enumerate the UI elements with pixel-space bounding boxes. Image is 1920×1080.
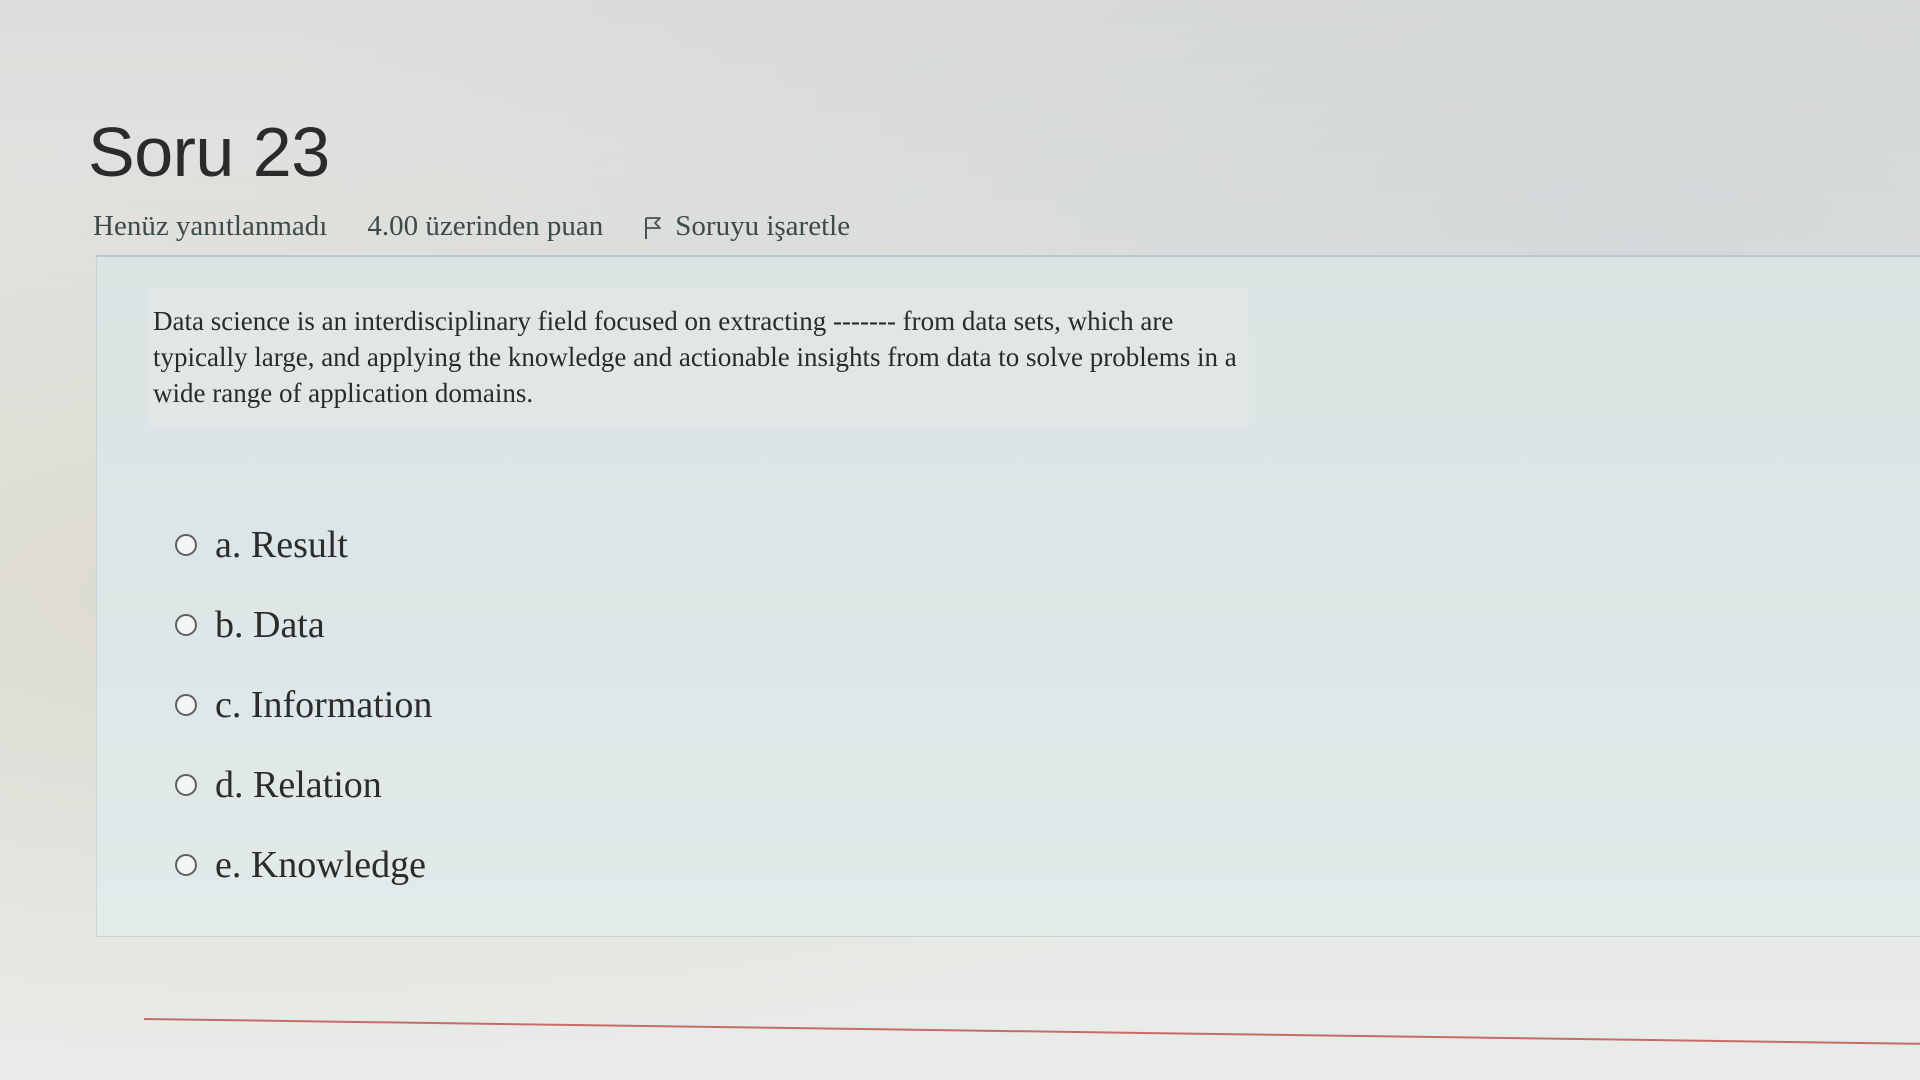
answer-label: c. Information [215,684,433,726]
question-formulation: Data science is an interdisciplinary fie… [96,257,1920,937]
flag-question-link[interactable]: Soruyu işaretle [643,210,850,243]
radio-button[interactable] [175,614,197,636]
question-title: Soru 23 [88,113,330,191]
answer-label: a. Result [215,524,348,566]
question-info-bar: Henüz yanıtlanmadı 4.00 üzerinden puan S… [93,210,850,243]
answer-label: d. Relation [215,764,382,806]
answer-option-e[interactable]: e. Knowledge [175,825,432,905]
radio-button[interactable] [175,774,197,796]
answer-list: a. Result b. Data c. Information d. Rela… [175,505,432,905]
question-grade: 4.00 üzerinden puan [367,210,604,242]
question-state: Henüz yanıtlanmadı [93,210,328,242]
answer-option-c[interactable]: c. Information [175,665,432,745]
answer-label: b. Data [215,604,325,646]
radio-button[interactable] [175,694,197,716]
radio-button[interactable] [175,854,197,876]
answer-option-a[interactable]: a. Result [175,505,432,585]
question-text: Data science is an interdisciplinary fie… [149,287,1249,429]
answer-label: e. Knowledge [215,844,427,886]
answer-option-d[interactable]: d. Relation [175,745,432,825]
radio-button[interactable] [175,534,197,556]
answer-option-b[interactable]: b. Data [175,585,432,665]
flag-question-label: Soruyu işaretle [675,210,851,242]
flag-icon [645,216,662,239]
section-divider [143,1018,1920,1045]
